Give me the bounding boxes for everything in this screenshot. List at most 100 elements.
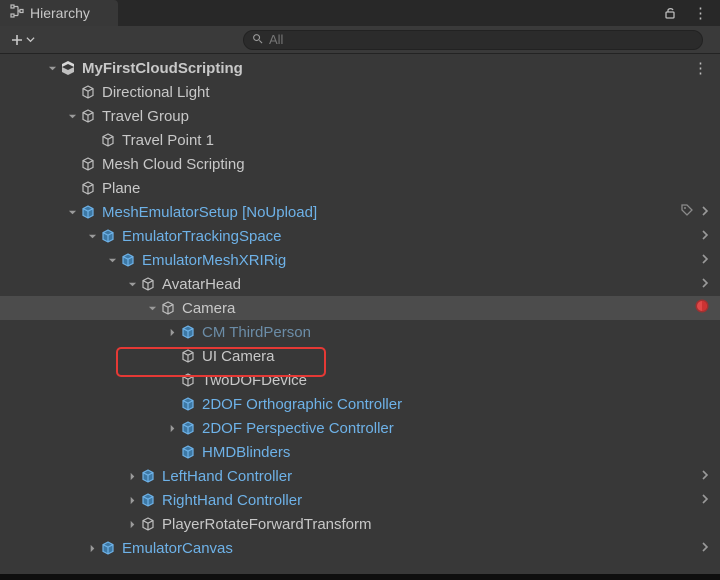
row-right-controls [700, 468, 720, 484]
search-icon [252, 33, 263, 47]
panel-menu-button[interactable]: ⋮ [683, 0, 720, 26]
row-label: Plane [102, 180, 140, 197]
chevron-right-icon[interactable] [700, 540, 710, 556]
tree-row[interactable]: EmulatorCanvas [0, 536, 720, 560]
chevron-right-icon[interactable] [700, 228, 710, 244]
collapse-toggle[interactable] [66, 208, 78, 217]
warning-icon [694, 298, 710, 318]
expand-toggle[interactable] [126, 496, 138, 505]
expand-toggle[interactable] [166, 328, 178, 337]
tree-row[interactable]: MeshEmulatorSetup [NoUpload] [0, 200, 720, 224]
row-label: TwoDOFDevice [202, 372, 307, 389]
row-label: Directional Light [102, 84, 210, 101]
row-label: 2DOF Perspective Controller [202, 420, 394, 437]
row-label: EmulatorMeshXRIRig [142, 252, 286, 269]
tree-row[interactable]: Plane [0, 176, 720, 200]
row-label: Travel Point 1 [122, 132, 214, 149]
expand-toggle[interactable] [86, 544, 98, 553]
collapse-toggle[interactable] [86, 232, 98, 241]
row-right-controls [700, 276, 720, 292]
row-right-controls [700, 252, 720, 268]
search-field[interactable] [243, 30, 703, 50]
chevron-right-icon[interactable] [700, 276, 710, 292]
collapse-toggle[interactable] [46, 64, 58, 73]
row-menu-icon[interactable]: ⋮ [693, 59, 710, 77]
tree-row[interactable]: RightHand Controller [0, 488, 720, 512]
row-label: UI Camera [202, 348, 275, 365]
prefab-cube-icon [100, 228, 116, 244]
collapse-toggle[interactable] [146, 304, 158, 313]
prefab-cube-icon [80, 204, 96, 220]
tag-icon [680, 203, 694, 221]
chevron-right-icon[interactable] [700, 252, 710, 268]
gameobject-cube-icon [140, 516, 156, 532]
hierarchy-icon [10, 4, 24, 22]
row-label: 2DOF Orthographic Controller [202, 396, 402, 413]
tree-row[interactable]: EmulatorTrackingSpace [0, 224, 720, 248]
prefab-cube-icon [120, 252, 136, 268]
tree-row[interactable]: AvatarHead [0, 272, 720, 296]
gameobject-cube-icon [80, 108, 96, 124]
tree-row[interactable]: Directional Light [0, 80, 720, 104]
prefab-cube-icon [180, 324, 196, 340]
expand-toggle[interactable] [126, 472, 138, 481]
gameobject-cube-icon [80, 84, 96, 100]
tree-row[interactable]: 2DOF Orthographic Controller [0, 392, 720, 416]
bottom-bar [0, 574, 720, 580]
row-label: EmulatorTrackingSpace [122, 228, 282, 245]
add-button[interactable] [6, 31, 39, 49]
search-wrap [43, 30, 720, 50]
tree-row[interactable]: UI Camera [0, 344, 720, 368]
hierarchy-panel: Hierarchy ⋮ MyFirstCloudScripting ⋮ Direct… [0, 0, 720, 580]
toolbar [0, 26, 720, 54]
lock-button[interactable] [657, 0, 683, 26]
row-label: Travel Group [102, 108, 189, 125]
plus-icon [10, 33, 24, 47]
scene-icon [60, 60, 76, 76]
chevron-down-icon [26, 35, 35, 44]
tree-row[interactable]: Travel Point 1 [0, 128, 720, 152]
tab-label: Hierarchy [30, 5, 90, 21]
tree-row[interactable]: PlayerRotateForwardTransform [0, 512, 720, 536]
row-right-controls [680, 203, 720, 221]
row-label: EmulatorCanvas [122, 540, 233, 557]
row-label: Mesh Cloud Scripting [102, 156, 245, 173]
row-label: AvatarHead [162, 276, 241, 293]
tree-row[interactable]: Camera [0, 296, 720, 320]
expand-toggle[interactable] [126, 520, 138, 529]
tree-row[interactable]: EmulatorMeshXRIRig [0, 248, 720, 272]
tree-row[interactable]: TwoDOFDevice [0, 368, 720, 392]
row-right-controls [700, 540, 720, 556]
gameobject-cube-icon [180, 372, 196, 388]
kebab-icon: ⋮ [693, 4, 710, 22]
prefab-cube-icon [140, 492, 156, 508]
collapse-toggle[interactable] [66, 112, 78, 121]
tree-row[interactable]: LeftHand Controller [0, 464, 720, 488]
row-right-controls [700, 228, 720, 244]
prefab-cube-icon [180, 444, 196, 460]
tree-row[interactable]: MyFirstCloudScripting ⋮ [0, 56, 720, 80]
tree-row[interactable]: Mesh Cloud Scripting [0, 152, 720, 176]
tree-row[interactable]: 2DOF Perspective Controller [0, 416, 720, 440]
row-label: MeshEmulatorSetup [NoUpload] [102, 204, 317, 221]
hierarchy-tree[interactable]: MyFirstCloudScripting ⋮ Directional Light T… [0, 54, 720, 574]
row-right-controls [700, 492, 720, 508]
chevron-right-icon[interactable] [700, 468, 710, 484]
chevron-right-icon[interactable] [700, 492, 710, 508]
tree-row[interactable]: Travel Group [0, 104, 720, 128]
chevron-right-icon[interactable] [700, 204, 710, 220]
gameobject-cube-icon [80, 156, 96, 172]
row-label: MyFirstCloudScripting [82, 60, 243, 77]
prefab-cube-icon [100, 540, 116, 556]
prefab-cube-icon [180, 396, 196, 412]
collapse-toggle[interactable] [106, 256, 118, 265]
row-right-controls [694, 298, 720, 318]
gameobject-cube-icon [80, 180, 96, 196]
collapse-toggle[interactable] [126, 280, 138, 289]
tree-row[interactable]: HMDBlinders [0, 440, 720, 464]
row-label: RightHand Controller [162, 492, 302, 509]
expand-toggle[interactable] [166, 424, 178, 433]
tree-row[interactable]: CM ThirdPerson [0, 320, 720, 344]
tab-hierarchy[interactable]: Hierarchy [0, 0, 118, 26]
search-input[interactable] [269, 32, 694, 47]
